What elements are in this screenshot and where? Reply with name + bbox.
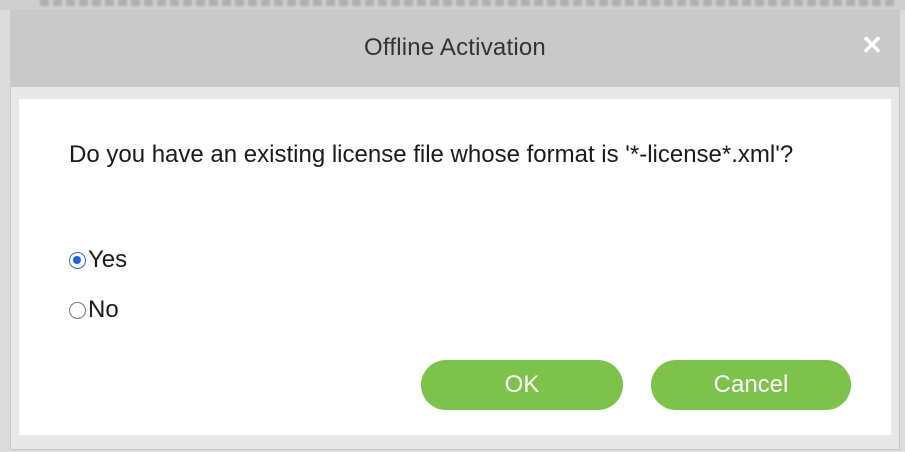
option-yes[interactable]: Yes [69,246,127,274]
offline-activation-dialog: Offline Activation ✕ Do you have an exis… [10,10,900,450]
background-window-strip [0,0,905,10]
radio-unchecked-icon[interactable] [69,301,86,319]
option-yes-label: Yes [88,246,128,273]
license-question: Do you have an existing license file who… [69,141,794,168]
radio-checked-icon[interactable] [69,251,86,269]
ok-button[interactable]: OK [421,360,623,410]
dialog-body: Do you have an existing license file who… [19,99,891,435]
dialog-titlebar: Offline Activation ✕ [11,11,899,87]
option-no[interactable]: No [69,296,119,324]
option-no-label: No [88,296,119,323]
close-icon[interactable]: ✕ [857,30,887,60]
dialog-title: Offline Activation [364,34,546,61]
cancel-button[interactable]: Cancel [651,360,851,410]
